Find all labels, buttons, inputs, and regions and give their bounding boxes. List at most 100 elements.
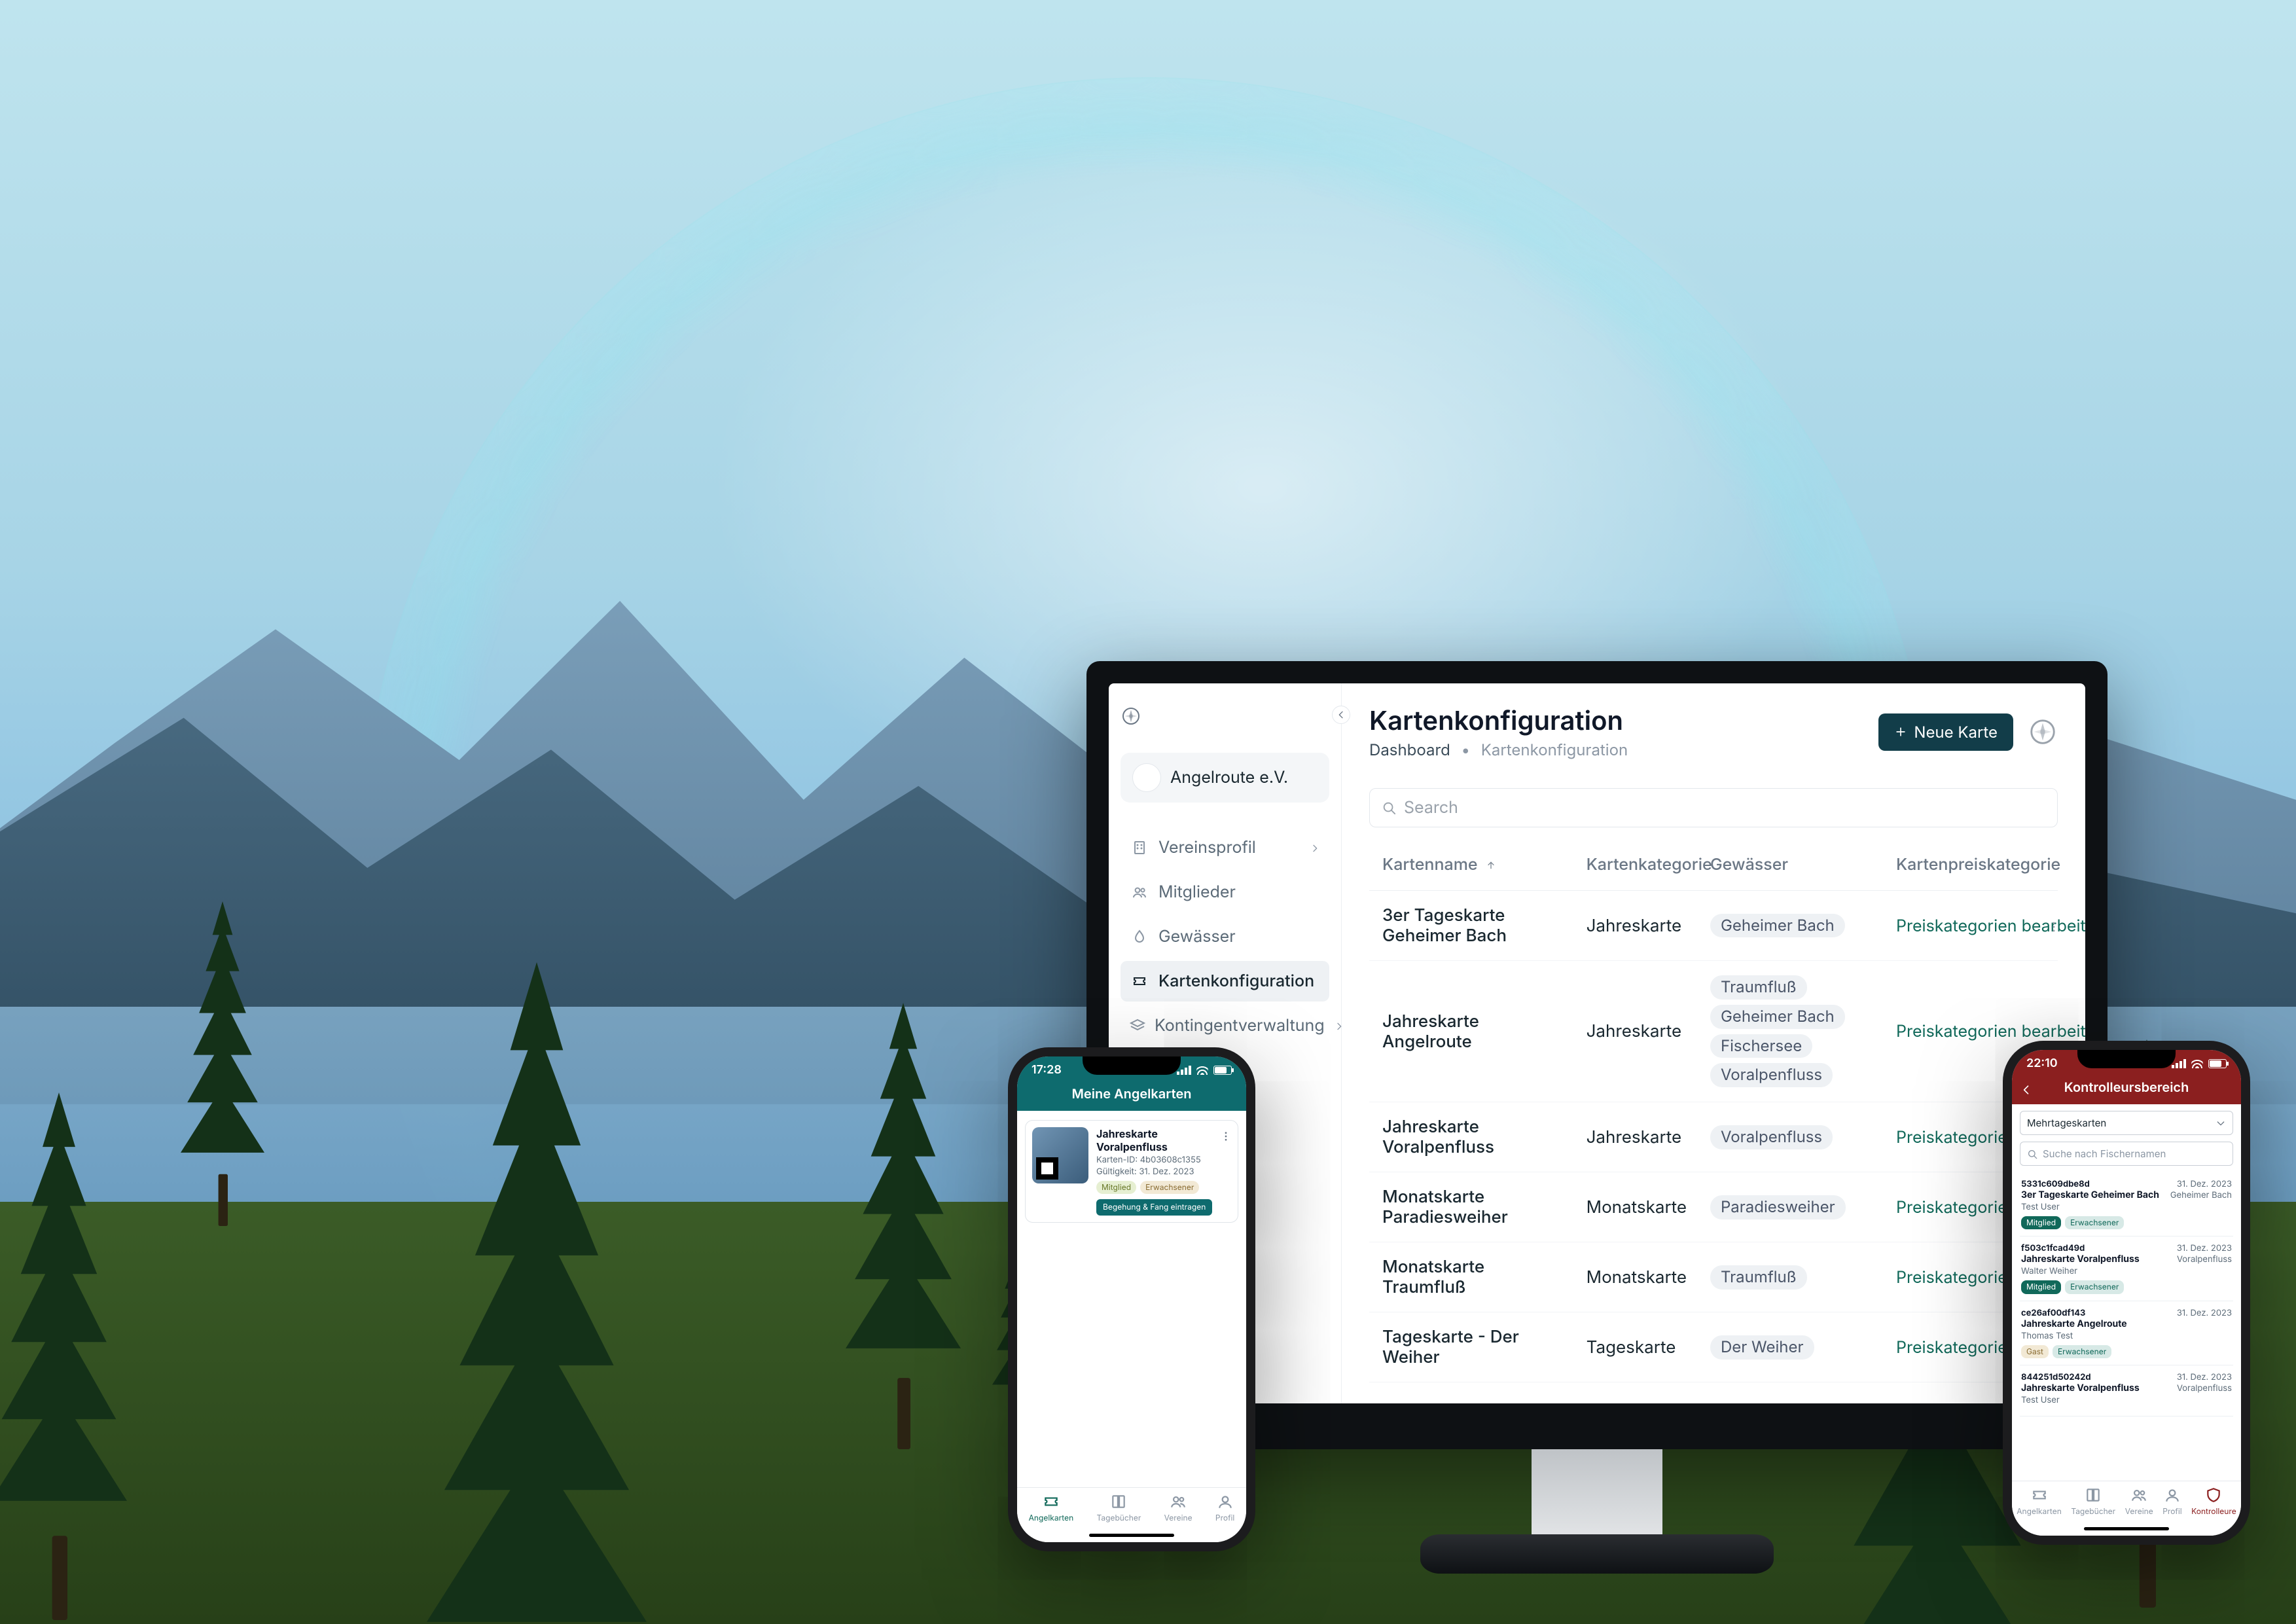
control-list-item[interactable]: 844251d50242d 31. Dez. 2023 Jahreskarte … (2020, 1365, 2233, 1416)
sidebar-collapse-button[interactable] (1332, 706, 1350, 724)
compass-icon (2028, 717, 2058, 747)
phone-notch (2077, 1050, 2176, 1068)
tab-kontrolleure[interactable]: Kontrolleure (2191, 1487, 2236, 1536)
cell-name: 3er Tageskarte Geheimer Bach (1369, 891, 1576, 961)
new-card-button-label: Neue Karte (1914, 723, 1998, 742)
phone-controller: 22:10 Kontrolleursbereich Mehrtageskarte… (2003, 1041, 2250, 1545)
water-chip: Voralpenfluss (1710, 1125, 1833, 1149)
card-thumbnail (1032, 1127, 1088, 1183)
edit-pricecats-link[interactable]: Preiskategorien bearbeiten (1896, 1022, 2085, 1041)
sidebar-item-kartenkonfiguration[interactable]: Kartenkonfiguration (1121, 961, 1329, 1001)
org-avatar (1132, 763, 1161, 792)
item-date: 31. Dez. 2023 (2177, 1179, 2232, 1189)
sidebar-item-vereinsprofil[interactable]: Vereinsprofil (1121, 827, 1329, 868)
dots-icon (2047, 920, 2060, 933)
tab-label: Vereine (2125, 1506, 2153, 1516)
cell-waters: Traumfluß (1700, 1242, 1886, 1312)
cell-name: Monatskarte Traumfluß (1369, 1242, 1576, 1312)
phone-header: Kontrolleursbereich (2064, 1079, 2189, 1095)
item-title: Jahreskarte Angelroute (2021, 1318, 2232, 1329)
chevron-right-icon (1310, 839, 1320, 856)
breadcrumb-root[interactable]: Dashboard (1369, 740, 1450, 759)
tag-role: Mitglied (2021, 1280, 2061, 1293)
logo-mark-icon (1121, 706, 1141, 727)
tab-label: Angelkarten (2017, 1506, 2062, 1516)
main-content: Kartenkonfiguration Dashboard • Kartenko… (1342, 683, 2085, 1403)
tab-label: Profil (1215, 1513, 1234, 1523)
sidebar-item-label: Kartenkonfiguration (1158, 971, 1314, 991)
battery-icon (2208, 1059, 2227, 1068)
item-date: 31. Dez. 2023 (2177, 1308, 2232, 1318)
col-pricecat[interactable]: Kartenpreiskategorie (1886, 839, 2037, 891)
tab-angelkarten[interactable]: Angelkarten (1029, 1493, 1074, 1542)
tab-angelkarten[interactable]: Angelkarten (2017, 1487, 2062, 1536)
search-placeholder: Suche nach Fischernamen (2043, 1147, 2166, 1160)
water-chip: Voralpenfluss (1710, 1063, 1833, 1087)
card-title: Jahreskarte Voralpenfluss (1096, 1127, 1212, 1153)
col-category[interactable]: Kartenkategorie (1576, 839, 1700, 891)
config-table: Kartenname Kartenkategorie Gewässer Kart… (1369, 839, 2058, 1382)
sidebar-item-label: Mitglieder (1158, 882, 1236, 902)
table-row: Monatskarte Paradiesweiher Monatskarte P… (1369, 1172, 2058, 1242)
status-indicators (2172, 1059, 2227, 1068)
sidebar-item-label: Kontingentverwaltung (1155, 1016, 1325, 1036)
cell-category: Monatskarte (1576, 1172, 1700, 1242)
table-row: Monatskarte Traumfluß Monatskarte Traumf… (1369, 1242, 2058, 1312)
fisher-search-input[interactable]: Suche nach Fischernamen (2020, 1142, 2233, 1166)
org-name: Angelroute e.V. (1170, 768, 1288, 787)
table-row: Jahreskarte Voralpenfluss Jahreskarte Vo… (1369, 1102, 2058, 1172)
cell-waters: TraumflußGeheimer BachFischerseeVoralpen… (1700, 961, 1886, 1102)
tag-member: Mitglied (1096, 1181, 1136, 1194)
item-user: Test User (2021, 1202, 2232, 1212)
cell-category: Jahreskarte (1576, 1102, 1700, 1172)
plus-icon (1894, 725, 1907, 738)
org-switcher[interactable]: Angelroute e.V. (1121, 753, 1329, 803)
back-button[interactable] (2020, 1079, 2033, 1098)
home-indicator (1089, 1534, 1174, 1537)
chevron-down-icon (2215, 1118, 2226, 1128)
item-user: Walter Weiher (2021, 1266, 2232, 1276)
water-chip: Geheimer Bach (1710, 1005, 1845, 1029)
sort-asc-icon (1486, 860, 1496, 871)
tab-label: Profil (2162, 1506, 2181, 1516)
angelkarte-card[interactable]: Jahreskarte Voralpenfluss Karten-ID: 4b0… (1025, 1120, 1238, 1223)
water-chip: Traumfluß (1710, 975, 1807, 1000)
tab-profil[interactable]: Profil (1215, 1493, 1234, 1542)
item-date: 31. Dez. 2023 (2177, 1243, 2232, 1254)
col-name[interactable]: Kartenname (1369, 839, 1576, 891)
layers-icon (1130, 1016, 1145, 1036)
sidebar-item-kontingentverwaltung[interactable]: Kontingentverwaltung (1121, 1005, 1329, 1046)
cell-name: Tageskarte - Der Weiher (1369, 1312, 1576, 1382)
control-list-item[interactable]: f503c1fcad49d 31. Dez. 2023 Jahreskarte … (2020, 1236, 2233, 1301)
ticket-icon (1043, 1493, 1060, 1510)
search-icon (1382, 801, 1396, 815)
item-id: 844251d50242d (2021, 1372, 2091, 1382)
tag-adult: Erwachsener (1140, 1181, 1199, 1194)
shield-icon (2205, 1487, 2222, 1504)
log-catch-button[interactable]: Begehung & Fang eintragen (1096, 1199, 1212, 1215)
filter-select[interactable]: Mehrtageskarten (2020, 1111, 2233, 1135)
cell-category: Tageskarte (1576, 1312, 1700, 1382)
users-icon (1130, 882, 1149, 902)
cell-waters: Paradiesweiher (1700, 1172, 1886, 1242)
sidebar-item-gewaesser[interactable]: Gewässer (1121, 916, 1329, 957)
ticket-icon (1130, 971, 1149, 991)
card-id-value: 4b03608c1355 (1140, 1155, 1201, 1165)
control-list-item[interactable]: 5331c609dbe8d 31. Dez. 2023 3er Tageskar… (2020, 1172, 2233, 1236)
card-more-button[interactable] (1220, 1127, 1232, 1216)
cell-waters: Voralpenfluss (1700, 1102, 1886, 1172)
user-icon (2164, 1487, 2181, 1504)
control-list-item[interactable]: ce26af00df143 31. Dez. 2023 Jahreskarte … (2020, 1301, 2233, 1365)
chevron-right-icon (1334, 1017, 1344, 1034)
search-input[interactable]: Search (1369, 788, 2058, 827)
tab-label: Tagebücher (1096, 1513, 1141, 1523)
drop-icon (1130, 927, 1149, 947)
tag-role: Mitglied (2021, 1216, 2061, 1229)
item-date: 31. Dez. 2023 (2177, 1372, 2232, 1382)
water-chip: Geheimer Bach (1710, 914, 1845, 938)
col-waters[interactable]: Gewässer (1700, 839, 1886, 891)
new-card-button[interactable]: Neue Karte (1878, 713, 2013, 751)
tab-label: Angelkarten (1029, 1513, 1074, 1523)
tab-label: Vereine (1164, 1513, 1193, 1523)
sidebar-item-mitglieder[interactable]: Mitglieder (1121, 872, 1329, 912)
